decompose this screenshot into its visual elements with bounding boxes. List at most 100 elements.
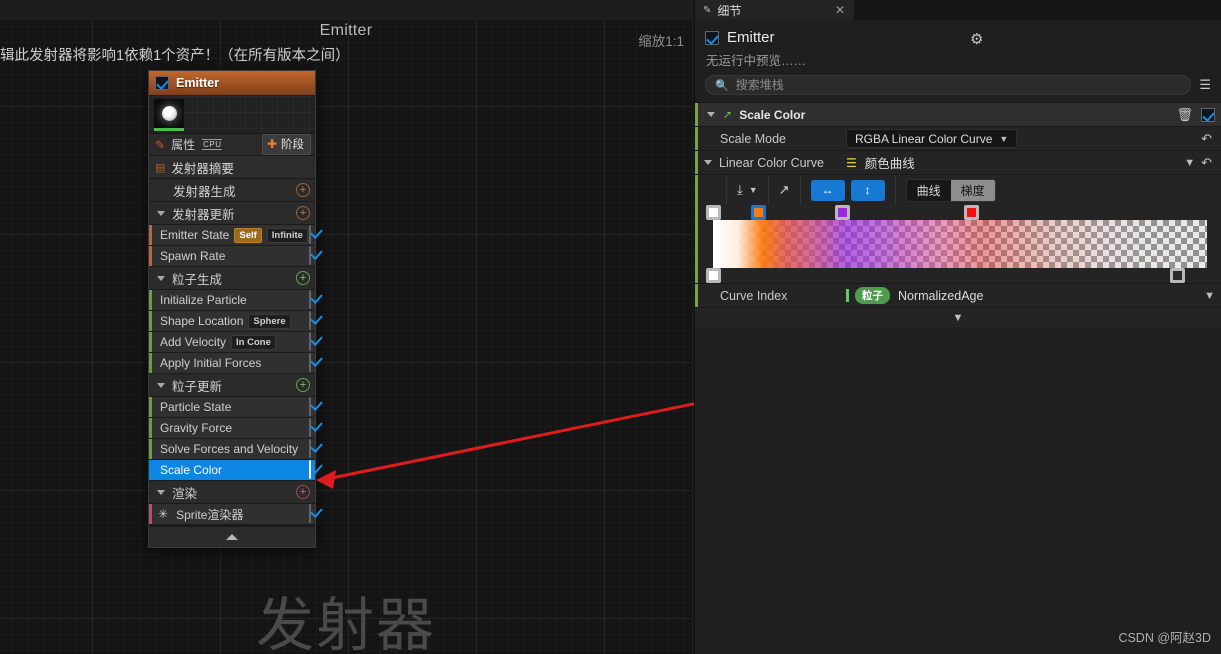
color-stop-white[interactable] bbox=[706, 205, 721, 220]
section-stripe bbox=[695, 103, 698, 126]
curve-index-value: NormalizedAge bbox=[898, 288, 984, 303]
module-enable-checkbox[interactable] bbox=[309, 418, 311, 437]
expand-chevron-icon: ▼ bbox=[952, 311, 964, 324]
watermark-credit: CSDN @阿赵3D bbox=[1118, 631, 1211, 645]
fit-vertical-icon[interactable]: ↕ bbox=[850, 179, 885, 201]
color-stop-red[interactable] bbox=[964, 205, 979, 220]
group-emitter-spawn-label: 发射器生成 bbox=[173, 184, 236, 199]
collapse-chevron-icon bbox=[226, 534, 238, 540]
module-enable-checkbox[interactable] bbox=[309, 290, 311, 309]
trash-icon[interactable]: 🗑 bbox=[1176, 107, 1193, 123]
scale-color-enable-checkbox[interactable] bbox=[1201, 107, 1215, 122]
color-stop-purple[interactable] bbox=[835, 205, 850, 220]
search-icon: 🔍 bbox=[715, 79, 729, 92]
curve-index-row: Curve Index 粒子 NormalizedAge ▼ bbox=[695, 283, 1221, 307]
add-module-render-button[interactable]: + bbox=[296, 485, 310, 499]
details-panel: ✎ 细节 ✕ Emitter ⚙ 无运行中预览…… 🔍 ☰ bbox=[694, 0, 1221, 654]
alpha-stops-track[interactable] bbox=[698, 268, 1221, 283]
search-stack-box[interactable]: 🔍 bbox=[705, 75, 1192, 95]
group-render[interactable]: 渲染 + bbox=[149, 481, 315, 504]
module-gravity-force[interactable]: Gravity Force bbox=[149, 418, 315, 439]
alpha-stop-start[interactable] bbox=[706, 268, 721, 283]
group-particle-spawn[interactable]: 粒子生成 + bbox=[149, 267, 315, 290]
add-module-particle-update-button[interactable]: + bbox=[296, 378, 310, 392]
toolbar-fit-group: ↔ ↕ bbox=[801, 175, 896, 205]
revert-icon[interactable]: ↶ bbox=[1201, 131, 1221, 147]
import-icon[interactable]: ⤓ bbox=[737, 182, 743, 198]
chevron-down-icon[interactable]: ▼ bbox=[1184, 157, 1201, 169]
emitter-graph-viewport[interactable]: Emitter 缩放1:1 辑此发射器将影响1依赖1个资产！（在所有版本之间） … bbox=[0, 0, 692, 654]
tab-details[interactable]: ✎ 细节 ✕ bbox=[695, 0, 855, 20]
gear-icon[interactable]: ⚙ bbox=[970, 30, 983, 48]
cpu-sim-icon: CPU bbox=[202, 139, 223, 150]
curve-asset-icon: ☰ bbox=[846, 155, 857, 170]
module-enable-checkbox[interactable] bbox=[309, 311, 311, 330]
section-expand-more-button[interactable]: ▼ bbox=[695, 307, 1221, 327]
gradient-preview-bar[interactable] bbox=[713, 220, 1207, 268]
module-particle-state[interactable]: Particle State bbox=[149, 397, 315, 418]
details-emitter-enable-checkbox[interactable] bbox=[705, 30, 719, 45]
color-stop-orange[interactable] bbox=[751, 205, 766, 220]
module-enable-checkbox[interactable] bbox=[309, 504, 311, 523]
module-add-velocity[interactable]: Add Velocity In Cone bbox=[149, 332, 315, 353]
module-pill-self: Self bbox=[234, 227, 262, 243]
module-emitter-state[interactable]: Emitter State Self Infinite bbox=[149, 225, 315, 246]
gradient-bar-zone[interactable] bbox=[698, 205, 1221, 283]
module-solve-forces-and-velocity[interactable]: Solve Forces and Velocity bbox=[149, 439, 315, 460]
pencil-icon: ✎ bbox=[155, 137, 166, 152]
module-label: Gravity Force bbox=[160, 421, 233, 435]
module-enable-checkbox[interactable] bbox=[309, 397, 311, 416]
search-input[interactable] bbox=[735, 78, 1182, 92]
module-enable-checkbox[interactable] bbox=[309, 439, 311, 458]
module-label: Initialize Particle bbox=[160, 293, 247, 307]
toolbar-import-group: ⤓ ▼ bbox=[726, 175, 769, 205]
add-stage-label: 阶段 bbox=[281, 139, 304, 151]
group-emitter-update[interactable]: 发射器更新 + bbox=[149, 202, 315, 225]
scale-mode-dropdown[interactable]: RGBA Linear Color Curve ▼ bbox=[846, 129, 1018, 148]
module-pill-sphere: Sphere bbox=[248, 313, 291, 329]
external-link-icon[interactable]: ↗ bbox=[779, 182, 790, 198]
emitter-summary-row[interactable]: ▤ 发射器摘要 bbox=[149, 156, 315, 179]
emitter-properties-row[interactable]: ✎ 属性 CPU ✚ 阶段 bbox=[149, 134, 315, 156]
module-enable-checkbox[interactable] bbox=[309, 246, 311, 265]
module-enable-checkbox[interactable] bbox=[309, 332, 311, 351]
filter-icon[interactable]: ☰ bbox=[1199, 77, 1213, 93]
module-apply-initial-forces[interactable]: Apply Initial Forces bbox=[149, 353, 315, 374]
module-stripe bbox=[149, 332, 152, 352]
curve-gradient-toggle[interactable]: 曲线 梯度 bbox=[905, 178, 996, 202]
scale-color-section-header[interactable]: ➚ Scale Color 🗑 bbox=[695, 103, 1221, 126]
module-scale-color[interactable]: Scale Color bbox=[149, 460, 315, 481]
module-initialize-particle[interactable]: Initialize Particle bbox=[149, 290, 315, 311]
module-spawn-rate[interactable]: Spawn Rate bbox=[149, 246, 315, 267]
color-stops-track[interactable] bbox=[698, 205, 1221, 220]
emitter-node-enable-checkbox[interactable] bbox=[155, 76, 169, 90]
scale-mode-row: Scale Mode RGBA Linear Color Curve ▼ ↶ bbox=[695, 126, 1221, 150]
emitter-node-header[interactable]: Emitter bbox=[149, 71, 315, 96]
add-stage-button[interactable]: ✚ 阶段 bbox=[261, 134, 311, 155]
revert-icon[interactable]: ↶ bbox=[1201, 155, 1221, 171]
alpha-stop-end[interactable] bbox=[1170, 268, 1185, 283]
chevron-down-icon[interactable]: ▼ bbox=[1204, 290, 1221, 302]
details-tab-bar: ✎ 细节 ✕ bbox=[695, 0, 1221, 20]
module-enable-checkbox[interactable] bbox=[309, 225, 311, 244]
chevron-down-icon[interactable]: ▼ bbox=[749, 185, 758, 195]
emitter-node[interactable]: Emitter ✎ 属性 CPU ✚ 阶段 ▤ 发射器摘要 发射器生成 + 发射… bbox=[148, 70, 316, 548]
add-module-emitter-update-button[interactable]: + bbox=[296, 206, 310, 220]
emitter-preview-thumbnail[interactable] bbox=[154, 99, 184, 131]
module-sprite-renderer[interactable]: ✳ Sprite渲染器 bbox=[149, 504, 315, 525]
tab-gradient-mode[interactable]: 梯度 bbox=[950, 179, 995, 201]
chevron-down-icon[interactable] bbox=[707, 112, 715, 117]
module-shape-location[interactable]: Shape Location Sphere bbox=[149, 311, 315, 332]
fit-horizontal-icon[interactable]: ↔ bbox=[810, 179, 845, 201]
linear-color-curve-label-wrap[interactable]: Linear Color Curve bbox=[698, 156, 846, 170]
add-module-emitter-spawn-button[interactable]: + bbox=[296, 183, 310, 197]
module-enable-checkbox[interactable] bbox=[309, 353, 311, 372]
curve-index-label: Curve Index bbox=[720, 288, 788, 303]
tab-curve-mode[interactable]: 曲线 bbox=[907, 180, 951, 201]
add-module-particle-spawn-button[interactable]: + bbox=[296, 271, 310, 285]
close-icon[interactable]: ✕ bbox=[835, 3, 845, 17]
group-particle-update[interactable]: 粒子更新 + bbox=[149, 374, 315, 397]
group-emitter-spawn[interactable]: 发射器生成 + bbox=[149, 179, 315, 202]
module-enable-checkbox[interactable] bbox=[309, 460, 311, 479]
node-collapse-button[interactable] bbox=[149, 525, 315, 547]
